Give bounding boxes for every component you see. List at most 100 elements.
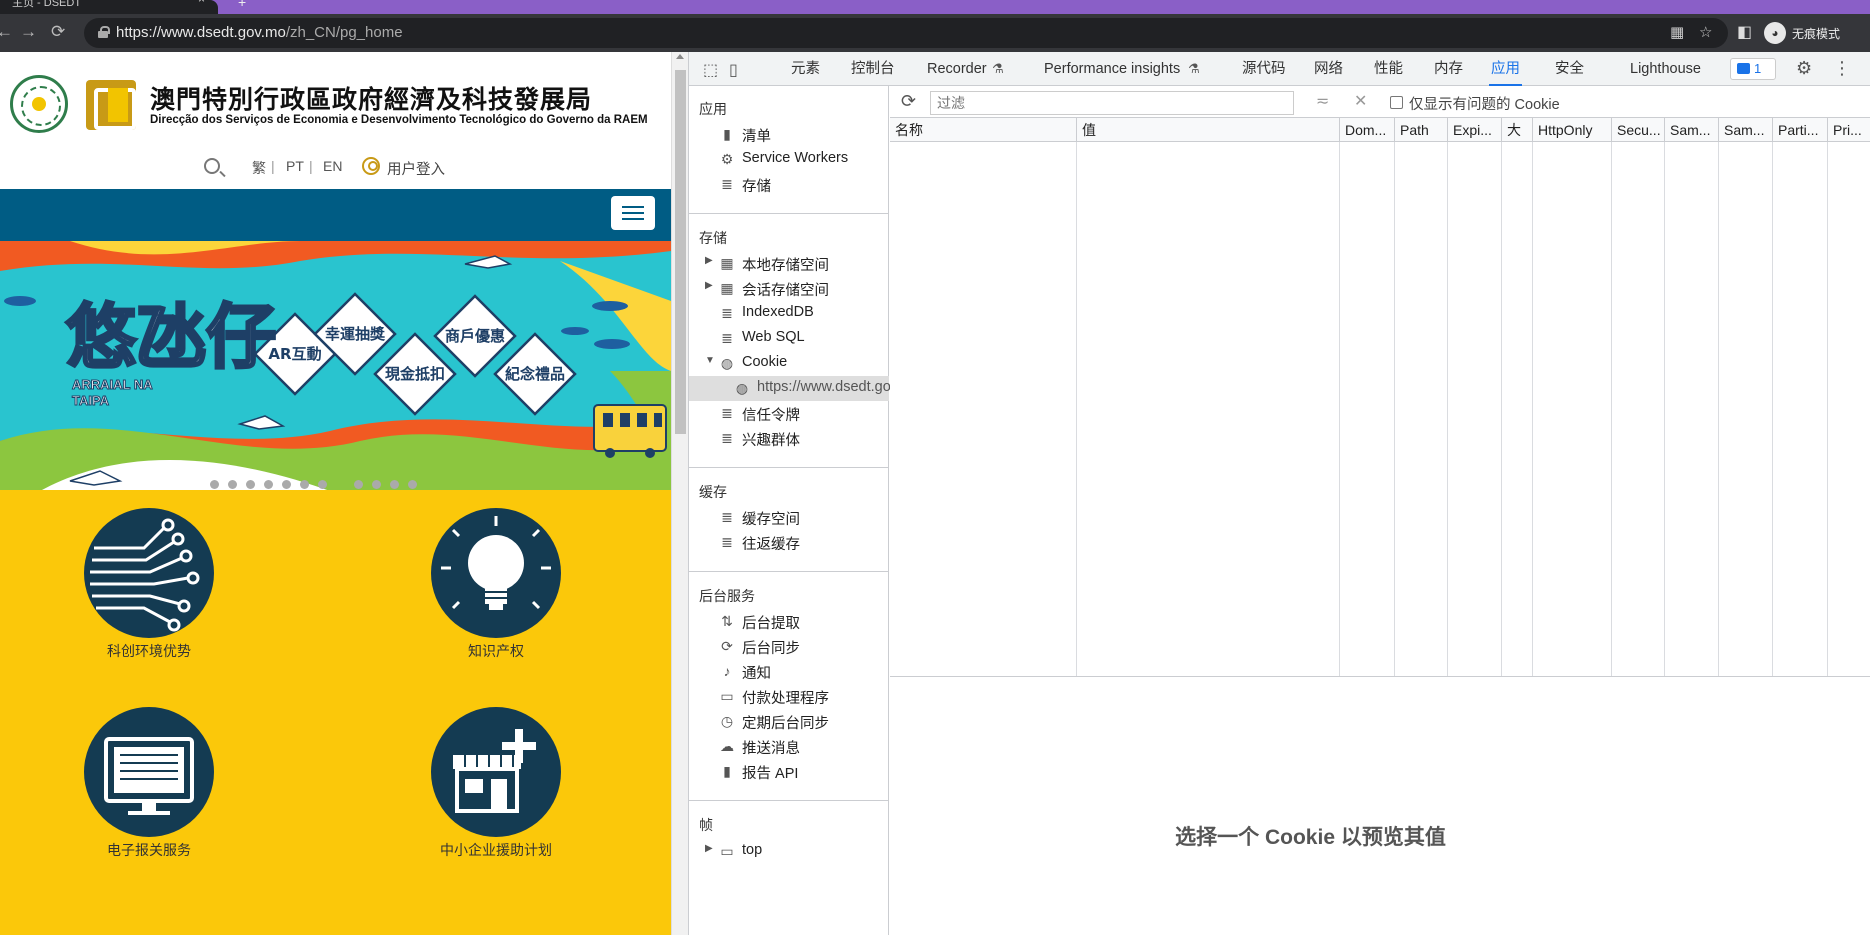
incognito-profile-button[interactable]: ◕ 无痕模式 xyxy=(1764,19,1840,47)
sidebar-item-push-messaging[interactable]: ☁ 推送消息 xyxy=(689,734,889,759)
sidebar-item-cookie-origin[interactable]: ◍ https://www.dsedt.gov.mo xyxy=(689,376,921,401)
expand-arrow-icon[interactable]: ▶ xyxy=(705,280,713,291)
column-header-path[interactable]: Path xyxy=(1395,118,1448,142)
feature-label[interactable]: 中小企业援助计划 xyxy=(406,840,586,860)
sidebar-item-interest-groups[interactable]: ≣ 兴趣群体 xyxy=(689,426,889,451)
login-link[interactable]: 用户登入 xyxy=(387,158,445,179)
sidebar-item-cache-storage[interactable]: ≣ 缓存空间 xyxy=(689,505,889,530)
more-options-icon[interactable]: ⋮ xyxy=(1833,58,1851,79)
carousel-dot[interactable] xyxy=(408,480,417,489)
cookie-filter-input[interactable] xyxy=(930,91,1294,115)
feature-label[interactable]: 电子报关服务 xyxy=(59,840,239,860)
tab-recorder[interactable]: Recorder xyxy=(925,52,989,86)
sidebar-item-indexeddb[interactable]: ≣ IndexedDB xyxy=(689,301,889,326)
site-title-chinese[interactable]: 澳門特別行政區政府經濟及科技發展局 xyxy=(150,80,592,116)
carousel-dot[interactable] xyxy=(246,480,255,489)
column-header-sameparty[interactable]: Sam... xyxy=(1719,118,1773,142)
tab-lighthouse[interactable]: Lighthouse xyxy=(1628,52,1703,86)
tab-network[interactable]: 网络 xyxy=(1312,52,1345,86)
feature-tech-environment-button[interactable] xyxy=(84,508,214,638)
dsedt-logo[interactable] xyxy=(86,80,136,130)
hamburger-menu-button[interactable] xyxy=(611,196,655,230)
sidebar-item-periodic-background-sync[interactable]: ◷ 定期后台同步 xyxy=(689,709,889,734)
column-header-httponly[interactable]: HttpOnly xyxy=(1533,118,1612,142)
carousel-dot[interactable] xyxy=(390,480,399,489)
clear-filtered-icon[interactable]: ≂ xyxy=(1316,91,1329,111)
inspect-element-icon[interactable]: ⬚ xyxy=(703,60,718,80)
feature-ip-button[interactable] xyxy=(431,508,561,638)
sidebar-item-background-fetch[interactable]: ⇅ 后台提取 xyxy=(689,609,889,634)
address-bar[interactable]: https://www.dsedt.gov.mo/zh_CN/pg_home ▦… xyxy=(84,18,1728,48)
sidebar-item-notifications[interactable]: ♪ 通知 xyxy=(689,659,889,684)
user-icon[interactable] xyxy=(362,157,380,175)
settings-gear-icon[interactable]: ⚙ xyxy=(1796,58,1812,79)
sidebar-item-cookie[interactable]: ▼ ◍ Cookie xyxy=(689,351,889,376)
feature-label[interactable]: 知识产权 xyxy=(406,641,586,661)
tab-memory[interactable]: 内存 xyxy=(1432,52,1465,86)
feature-e-declaration-button[interactable] xyxy=(84,707,214,837)
only-issues-label[interactable]: 仅显示有问题的 Cookie xyxy=(1409,93,1560,114)
expand-arrow-icon[interactable]: ▶ xyxy=(705,843,713,854)
sidebar-item-local-storage[interactable]: ▶ ▦ 本地存储空间 xyxy=(689,251,889,276)
bookmark-star-icon[interactable]: ☆ xyxy=(1699,23,1712,41)
column-header-secure[interactable]: Secu... xyxy=(1612,118,1665,142)
macau-emblem-logo[interactable] xyxy=(10,75,68,133)
carousel-dot[interactable] xyxy=(354,480,363,489)
sidebar-item-session-storage[interactable]: ▶ ▦ 会话存储空间 xyxy=(689,276,889,301)
lang-portuguese[interactable]: PT xyxy=(286,158,304,174)
tab-performance-insights[interactable]: Performance insights xyxy=(1042,52,1182,86)
qr-code-icon[interactable]: ▦ xyxy=(1670,23,1684,41)
search-icon[interactable] xyxy=(204,158,220,174)
issues-badge[interactable]: 1 xyxy=(1730,58,1776,80)
back-icon[interactable]: ← xyxy=(0,22,13,42)
lock-icon[interactable] xyxy=(98,26,110,38)
feature-label[interactable]: 科创环境优势 xyxy=(59,641,239,661)
collapse-arrow-icon[interactable]: ▼ xyxy=(705,355,715,366)
scrollbar-thumb[interactable] xyxy=(675,70,686,434)
site-title-portuguese[interactable]: Direcção dos Serviços de Economia e Dese… xyxy=(150,114,648,126)
tab-sources[interactable]: 源代码 xyxy=(1240,52,1288,86)
close-tab-icon[interactable]: × xyxy=(198,0,205,5)
scroll-up-arrow-icon[interactable] xyxy=(676,54,684,59)
sidebar-item-reporting-api[interactable]: ▮ 报告 API xyxy=(689,759,889,784)
feature-sme-aid-button[interactable] xyxy=(431,707,561,837)
column-header-name[interactable]: 名称 xyxy=(890,118,1077,142)
tab-elements[interactable]: 元素 xyxy=(789,52,822,86)
reload-icon[interactable]: ⟳ xyxy=(51,22,65,42)
promo-banner[interactable]: 悠氹仔 ARRAIAL NA TAIPA AR互動 幸運抽獎 現金抵扣 商戶優惠… xyxy=(0,241,671,491)
lang-english[interactable]: EN xyxy=(323,158,342,174)
sidebar-item-bfcache[interactable]: ≣ 往返缓存 xyxy=(689,530,889,555)
carousel-dot[interactable] xyxy=(264,480,273,489)
sidebar-item-background-sync[interactable]: ⟳ 后台同步 xyxy=(689,634,889,659)
browser-tab[interactable]: 主页 - DSEDT × xyxy=(0,0,218,14)
tab-performance[interactable]: 性能 xyxy=(1372,52,1405,86)
only-issues-checkbox[interactable] xyxy=(1390,96,1403,109)
carousel-dot[interactable] xyxy=(210,480,219,489)
sidebar-item-service-workers[interactable]: ⚙ Service Workers xyxy=(689,147,889,172)
lang-traditional-chinese[interactable]: 繁 xyxy=(252,158,266,178)
carousel-dot[interactable] xyxy=(300,480,309,489)
sidebar-item-web-sql[interactable]: ≣ Web SQL xyxy=(689,326,889,351)
carousel-dot[interactable] xyxy=(372,480,381,489)
column-header-samesite[interactable]: Sam... xyxy=(1665,118,1719,142)
website-scrollbar[interactable] xyxy=(671,52,688,935)
column-header-expires[interactable]: Expi... xyxy=(1448,118,1502,142)
column-header-priority[interactable]: Pri... xyxy=(1828,118,1870,142)
delete-cookie-icon[interactable]: ✕ xyxy=(1354,91,1367,111)
carousel-dot[interactable] xyxy=(282,480,291,489)
side-panel-icon[interactable]: ◧ xyxy=(1737,22,1752,42)
sidebar-item-manifest[interactable]: ▮ 清单 xyxy=(689,122,889,147)
refresh-icon[interactable]: ⟳ xyxy=(901,91,916,112)
column-header-value[interactable]: 值 xyxy=(1077,118,1340,142)
expand-arrow-icon[interactable]: ▶ xyxy=(705,255,713,266)
column-header-domain[interactable]: Dom... xyxy=(1340,118,1395,142)
sidebar-item-storage[interactable]: ≣ 存储 xyxy=(689,172,889,197)
new-tab-icon[interactable]: + xyxy=(238,0,246,10)
column-header-size[interactable]: 大 xyxy=(1502,118,1533,142)
sidebar-item-frame-top[interactable]: ▶ ▭ top xyxy=(689,839,889,864)
carousel-dot[interactable] xyxy=(228,480,237,489)
tab-security[interactable]: 安全 xyxy=(1553,52,1586,86)
sidebar-item-trust-tokens[interactable]: ≣ 信任令牌 xyxy=(689,401,889,426)
tab-console[interactable]: 控制台 xyxy=(849,52,897,86)
column-header-partition-key[interactable]: Parti... xyxy=(1773,118,1828,142)
